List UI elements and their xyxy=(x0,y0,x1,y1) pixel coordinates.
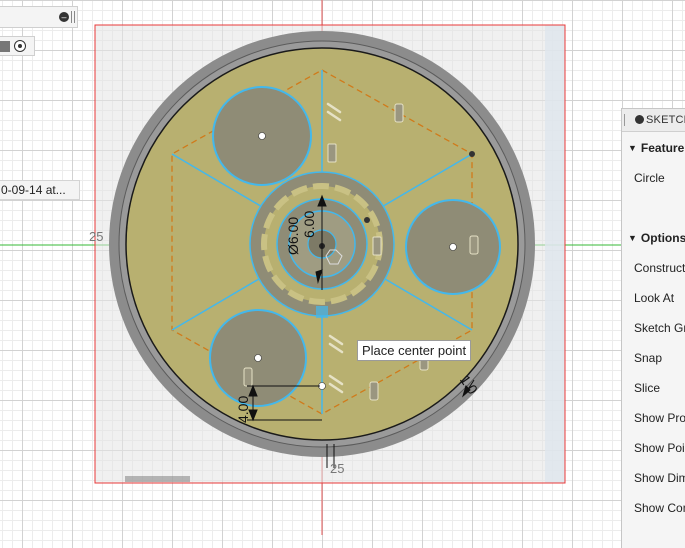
panel-grip-icon[interactable] xyxy=(71,11,75,23)
browser-panel-header: – xyxy=(0,6,78,28)
wheel-top-left[interactable] xyxy=(212,86,312,186)
options-section-toggle[interactable]: ▼ Options xyxy=(628,231,685,245)
sketch-point[interactable] xyxy=(364,217,370,223)
wheel-bottom-left[interactable] xyxy=(209,309,307,407)
sketch-palette-header[interactable]: SKETCH xyxy=(622,109,685,132)
triangle-down-icon: ▼ xyxy=(628,143,637,153)
folder-swatch-icon xyxy=(0,41,10,52)
option-sketch-grid[interactable]: Sketch Gr xyxy=(634,321,685,335)
design-viewport[interactable] xyxy=(0,0,685,535)
option-slice[interactable]: Slice xyxy=(634,381,660,395)
minus-circle-icon[interactable]: – xyxy=(59,12,69,22)
option-snap[interactable]: Snap xyxy=(634,351,662,365)
dimension-diameter[interactable]: Ø6.00 xyxy=(285,217,301,255)
sketch-palette: SKETCH ▼Feature Circle ▼Options Construc… xyxy=(621,108,685,548)
option-show-dimensions[interactable]: Show Dim xyxy=(634,471,685,485)
dimension-bottom-25: 25 xyxy=(330,461,345,476)
option-show-constraints[interactable]: Show Con xyxy=(634,501,685,515)
selected-point[interactable] xyxy=(316,306,328,318)
dimension-400[interactable]: 4.00 xyxy=(235,396,251,423)
sketch-point[interactable] xyxy=(469,151,475,157)
timeline-item[interactable]: 0-09-14 at... xyxy=(0,180,80,200)
dimension-600[interactable]: 6.00 xyxy=(301,211,317,238)
option-show-profile[interactable]: Show Prof xyxy=(634,411,685,425)
browser-row[interactable] xyxy=(0,36,35,56)
side-strip xyxy=(545,25,565,483)
dimension-left-25: 25 xyxy=(89,229,104,244)
feature-circle[interactable]: Circle xyxy=(634,171,665,185)
minus-circle-icon[interactable] xyxy=(635,115,644,124)
sketch-canvas[interactable]: 25 25 Ø6.00 6.00 4.00 1.0 Place center p… xyxy=(0,0,685,535)
place-center-tooltip: Place center point xyxy=(357,340,472,361)
feature-section-toggle[interactable]: ▼ Feature xyxy=(628,141,684,155)
bottom-bar xyxy=(125,476,190,482)
triangle-down-icon: ▼ xyxy=(628,233,637,243)
palette-grip-icon[interactable] xyxy=(624,114,627,126)
feature-section-label: Feature xyxy=(640,141,685,155)
palette-title: SKETCH xyxy=(646,114,685,126)
option-construction[interactable]: Construct xyxy=(634,261,685,275)
option-show-points[interactable]: Show Poin xyxy=(634,441,685,455)
option-look-at[interactable]: Look At xyxy=(634,291,674,305)
radio-visible-icon[interactable] xyxy=(14,40,26,52)
options-section-label: Options xyxy=(640,231,685,245)
wheel-right[interactable] xyxy=(405,199,501,295)
